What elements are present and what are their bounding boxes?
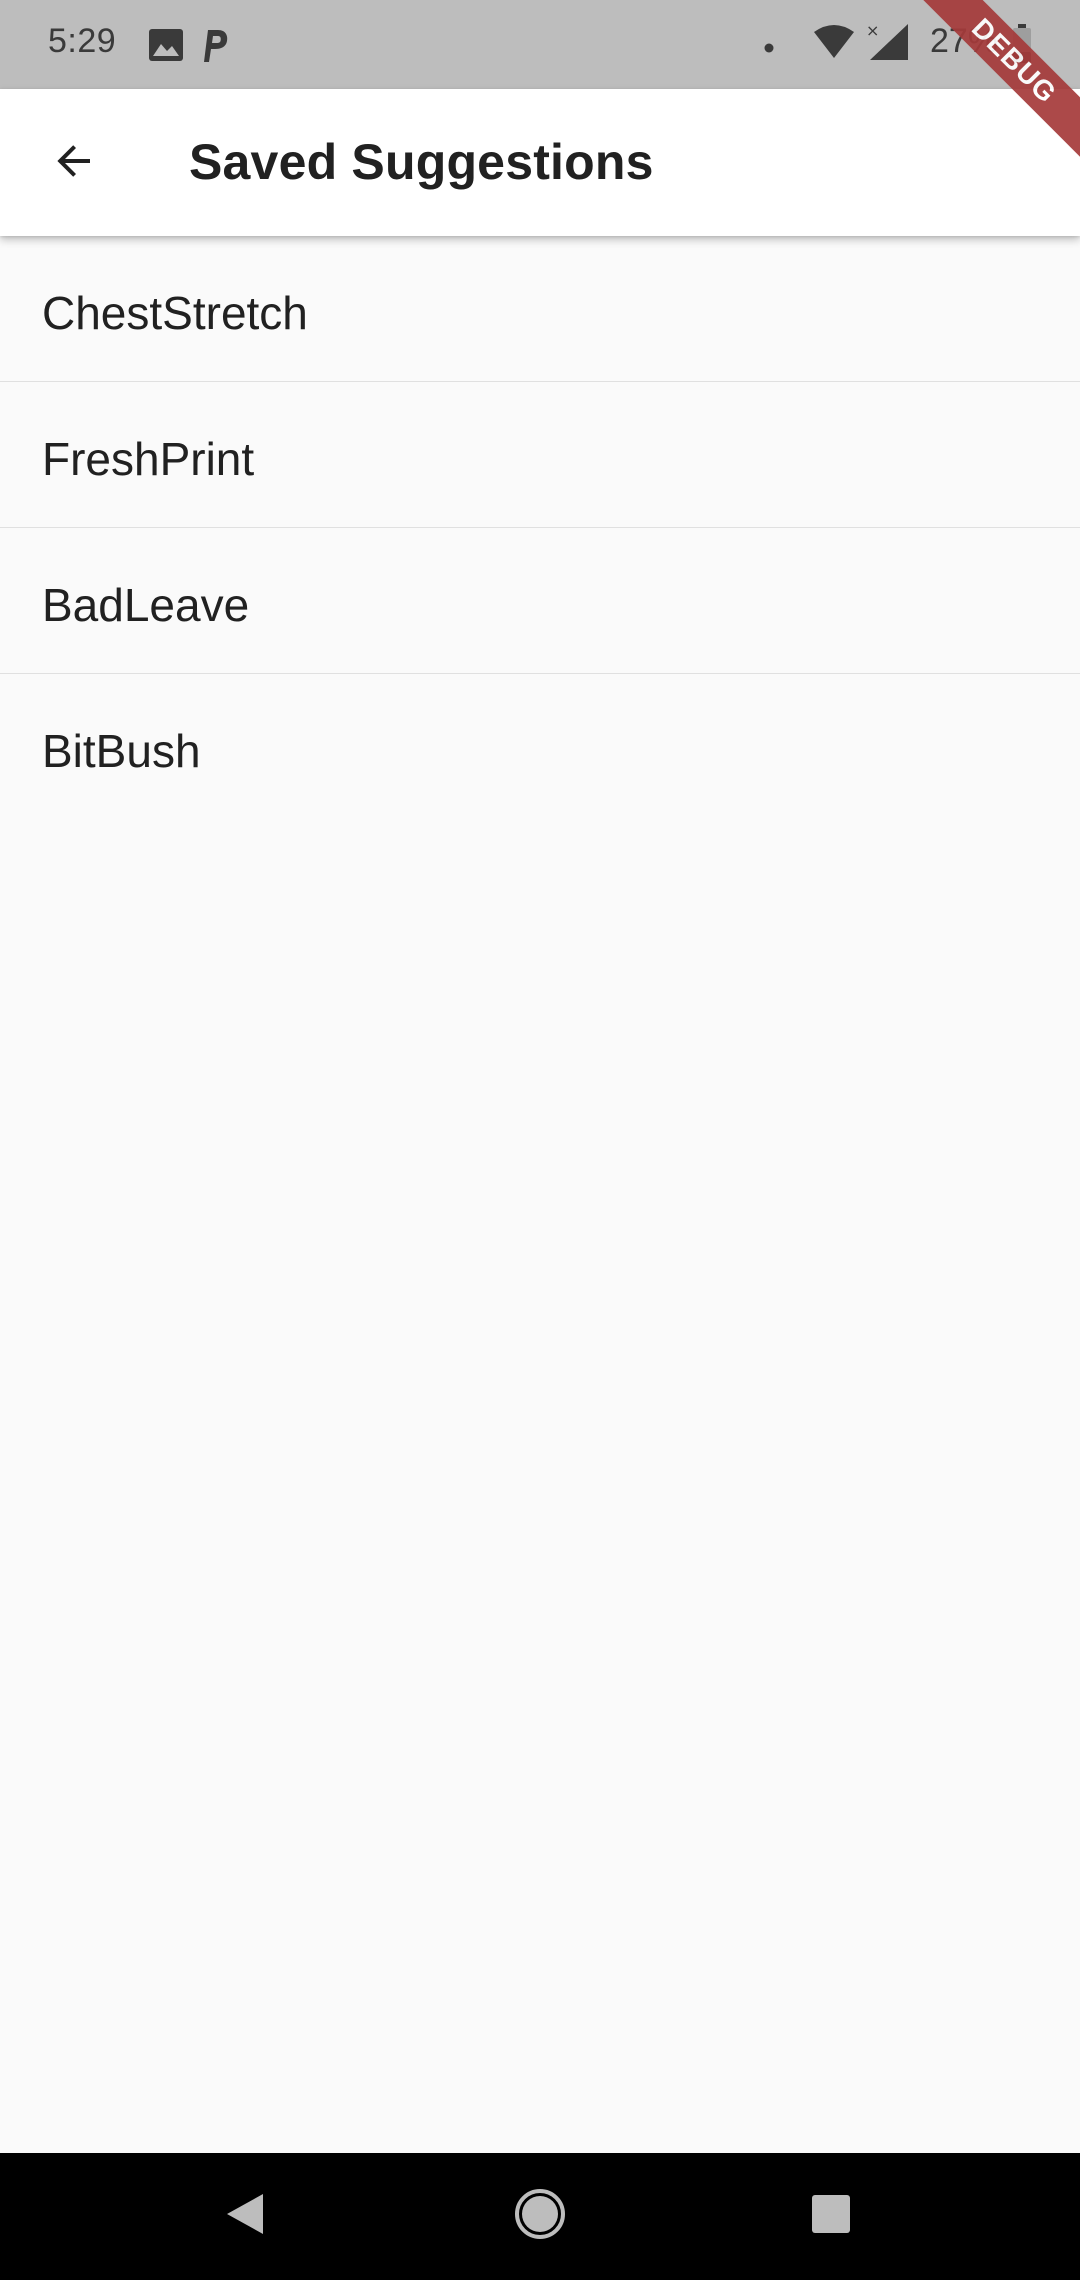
saved-suggestions-list: ChestStretch FreshPrint BadLeave BitBush: [0, 236, 1080, 820]
image-icon: [148, 28, 184, 67]
system-nav-bar: [0, 2153, 1080, 2280]
wifi-icon: [812, 24, 856, 65]
notification-dot-icon: [764, 40, 774, 58]
home-circle-icon: [514, 2188, 566, 2245]
list-item[interactable]: FreshPrint: [0, 382, 1080, 528]
arrow-back-icon: [50, 137, 98, 190]
list-item-label: FreshPrint: [42, 433, 255, 485]
screen: 5:29 × 27% DEBUG Saved Suggestions Chest…: [0, 0, 1080, 2280]
page-title: Saved Suggestions: [189, 134, 654, 190]
status-bar: 5:29 × 27%: [0, 0, 1080, 89]
list-item[interactable]: BadLeave: [0, 528, 1080, 674]
recents-square-icon: [809, 2192, 853, 2241]
signal-icon: ×: [866, 20, 912, 69]
battery-percent: 27%: [930, 22, 999, 60]
list-item[interactable]: BitBush: [0, 674, 1080, 820]
list-item-label: BadLeave: [42, 579, 250, 631]
list-item-label: ChestStretch: [42, 287, 308, 339]
status-time: 5:29: [48, 22, 117, 60]
parking-icon: [200, 26, 230, 69]
svg-text:×: ×: [866, 21, 879, 40]
battery-icon: [1012, 24, 1032, 69]
nav-recents-button[interactable]: [786, 2171, 876, 2261]
list-item[interactable]: ChestStretch: [0, 236, 1080, 382]
list-item-label: BitBush: [42, 725, 201, 777]
nav-home-button[interactable]: [495, 2171, 585, 2261]
back-button[interactable]: [30, 119, 118, 207]
nav-back-button[interactable]: [200, 2171, 290, 2261]
app-bar: Saved Suggestions: [0, 89, 1080, 236]
back-triangle-icon: [223, 2190, 267, 2243]
